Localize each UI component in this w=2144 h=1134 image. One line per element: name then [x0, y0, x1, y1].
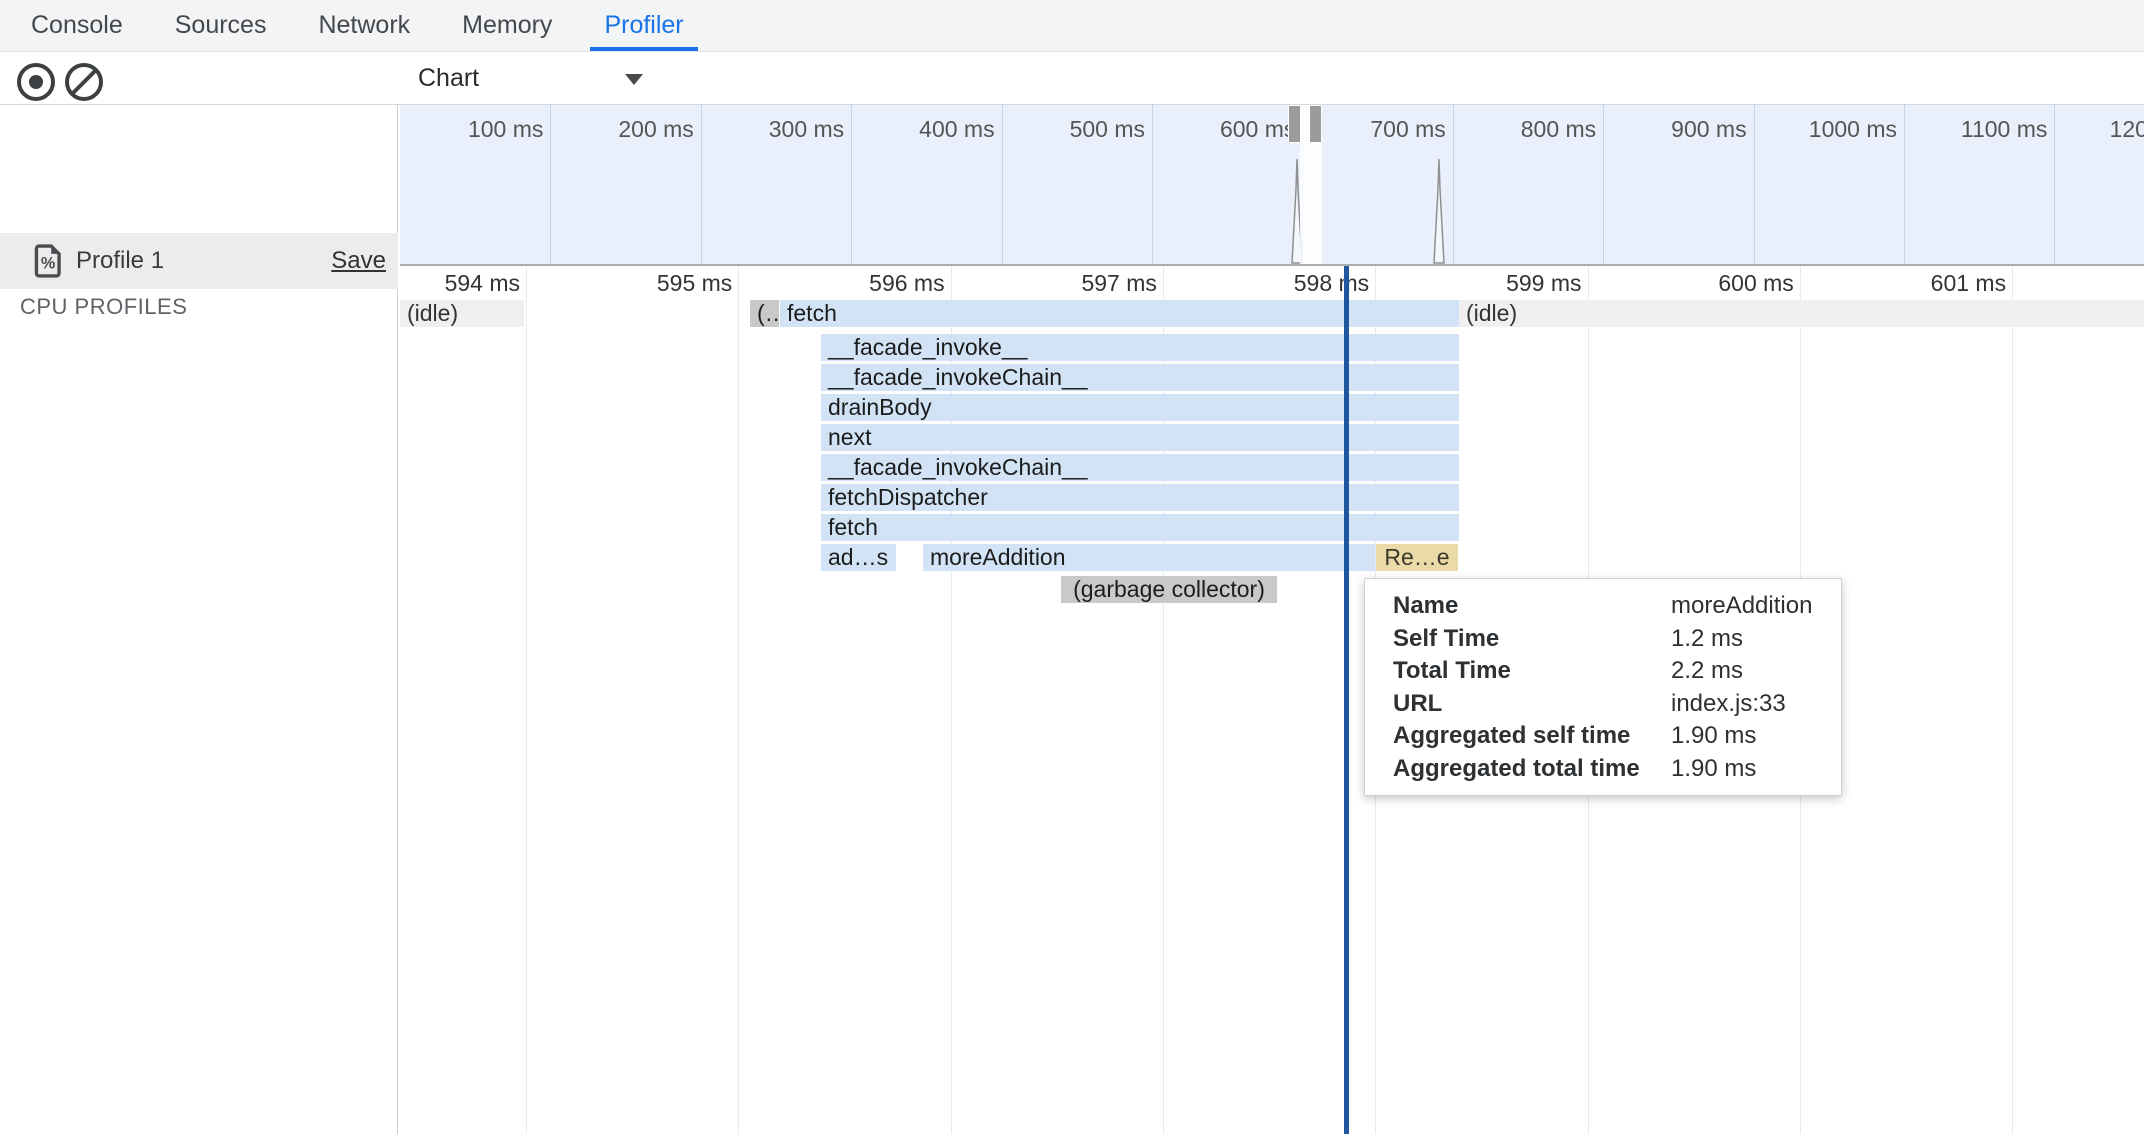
flame-chart[interactable]: NamemoreAdditionSelf Time1.2 msTotal Tim…	[400, 266, 2144, 1134]
flame-bar[interactable]: __facade_invoke__	[821, 334, 1459, 361]
flame-bar[interactable]: (…	[750, 300, 779, 327]
flame-bar[interactable]: fetch	[821, 514, 1459, 541]
playhead-marker[interactable]	[1344, 266, 1349, 1134]
flame-bar[interactable]: moreAddition	[923, 544, 1375, 571]
sidebar-section-cpu-profiles: CPU PROFILES	[20, 294, 187, 320]
overview-tick-label: 300 ms	[692, 116, 844, 143]
ruler-tick-label: 594 ms	[400, 270, 520, 297]
cpu-activity-spike	[1434, 159, 1444, 263]
tab-sources[interactable]: Sources	[161, 0, 281, 51]
overview-tick-label: 600 ms	[1143, 116, 1295, 143]
profile-row[interactable]: % Profile 1 Save	[0, 233, 398, 289]
overview-tick-label: 100 ms	[400, 116, 543, 143]
flame-bar[interactable]: Re…e	[1376, 544, 1458, 571]
overview-tick-label: 500 ms	[993, 116, 1145, 143]
overview-tick-label: 200 ms	[542, 116, 694, 143]
view-mode-dropdown[interactable]: Chart	[418, 52, 479, 105]
flame-bar[interactable]: (idle)	[1459, 300, 2144, 327]
tooltip-row: NamemoreAddition	[1393, 590, 1841, 623]
overview-tick-label: 800 ms	[1444, 116, 1596, 143]
flame-bar[interactable]: next	[821, 424, 1459, 451]
tooltip-value: 2.2 ms	[1671, 655, 1743, 688]
flame-bar[interactable]: fetch	[780, 300, 1459, 327]
tab-profiler[interactable]: Profiler	[590, 0, 697, 51]
flame-bar[interactable]: __facade_invokeChain__	[821, 364, 1459, 391]
ruler-tick-label: 601 ms	[1816, 270, 2006, 297]
selection-handle-right[interactable]	[1309, 105, 1322, 143]
tooltip-label: Total Time	[1393, 655, 1671, 688]
flame-bar[interactable]: ad…s	[821, 544, 896, 571]
tab-network[interactable]: Network	[304, 0, 424, 51]
chevron-down-icon	[625, 74, 643, 85]
ruler-tick-label: 596 ms	[755, 270, 945, 297]
ruler-tick-label: 597 ms	[967, 270, 1157, 297]
overview-tick-label: 1200 ms	[2046, 116, 2144, 143]
overview-tick-label: 900 ms	[1595, 116, 1747, 143]
profile-save-link[interactable]: Save	[331, 233, 386, 289]
tooltip-value: 1.90 ms	[1671, 720, 1756, 753]
tooltip-label: Name	[1393, 590, 1671, 623]
overview-tick-label: 1100 ms	[1895, 116, 2047, 143]
overview-strip[interactable]: 100 ms200 ms300 ms400 ms500 ms600 ms700 …	[400, 105, 2144, 266]
tooltip-row: Aggregated self time1.90 ms	[1393, 720, 1841, 753]
flame-bar[interactable]: drainBody	[821, 394, 1459, 421]
ruler-gridline	[738, 266, 739, 1134]
tooltip-row: Self Time1.2 ms	[1393, 623, 1841, 656]
tab-console[interactable]: Console	[17, 0, 137, 51]
tab-memory[interactable]: Memory	[448, 0, 566, 51]
overview-tick-label: 400 ms	[843, 116, 995, 143]
ruler-tick-label: 598 ms	[1179, 270, 1369, 297]
flame-bar[interactable]: fetchDispatcher	[821, 484, 1459, 511]
tooltip-row: URLindex.js:33	[1393, 688, 1841, 721]
svg-text:%: %	[41, 255, 56, 273]
flame-bar[interactable]: __facade_invokeChain__	[821, 454, 1459, 481]
tooltip-value: index.js:33	[1671, 688, 1786, 721]
ruler-tick-label: 600 ms	[1604, 270, 1794, 297]
profile-name[interactable]: Profile 1	[76, 233, 164, 289]
overview-tick-label: 1000 ms	[1745, 116, 1897, 143]
tooltip-label: Aggregated self time	[1393, 720, 1671, 753]
tooltip-value: 1.2 ms	[1671, 623, 1743, 656]
tooltip-row: Total Time2.2 ms	[1393, 655, 1841, 688]
tooltip-value: 1.90 ms	[1671, 753, 1756, 786]
toolbar: Chart	[0, 52, 2144, 105]
clear-button[interactable]	[65, 63, 103, 101]
tooltip-value: moreAddition	[1671, 590, 1812, 623]
devtools-window: Console Sources Network Memory Profiler Char…	[0, 0, 2144, 1134]
profile-document-icon: %	[34, 244, 64, 283]
tab-bar: Console Sources Network Memory Profiler	[0, 0, 2144, 52]
tooltip-row: Aggregated total time1.90 ms	[1393, 753, 1841, 786]
ruler-gridline	[2012, 266, 2013, 1134]
frame-tooltip: NamemoreAdditionSelf Time1.2 msTotal Tim…	[1364, 578, 1842, 796]
ruler-tick-label: 599 ms	[1392, 270, 1582, 297]
tooltip-label: URL	[1393, 688, 1671, 721]
ruler-tick-label: 595 ms	[542, 270, 732, 297]
tooltip-label: Self Time	[1393, 623, 1671, 656]
tooltip-label: Aggregated total time	[1393, 753, 1671, 786]
flame-bar[interactable]: (idle)	[400, 300, 524, 327]
selection-handle-left[interactable]	[1288, 105, 1301, 143]
flame-bar[interactable]: (garbage collector)	[1061, 576, 1277, 603]
sidebar: Profiles CPU PROFILES % Profile 1 Save	[0, 105, 398, 1134]
ruler-gridline	[526, 266, 527, 1134]
record-button[interactable]	[17, 63, 55, 101]
